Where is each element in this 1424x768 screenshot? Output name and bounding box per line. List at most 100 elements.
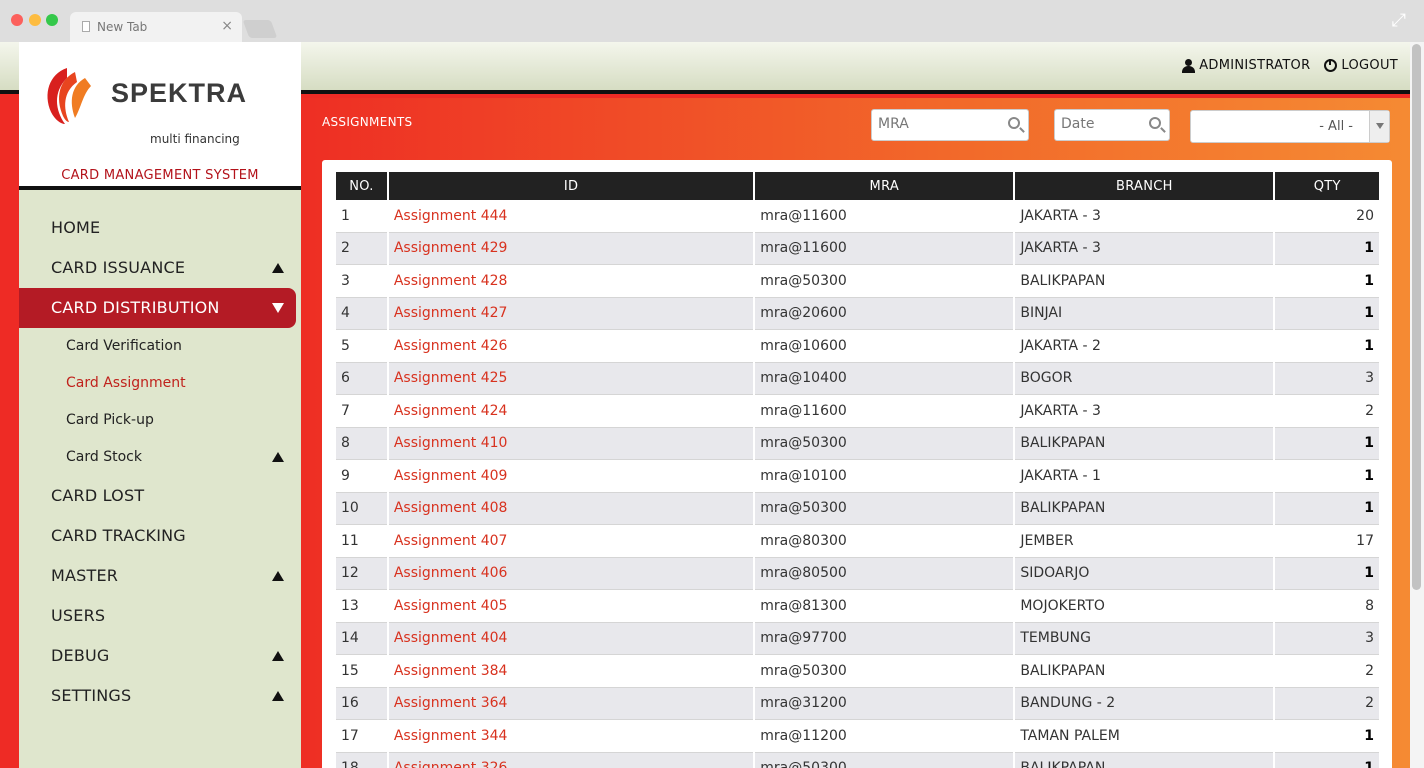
logo-area: SPEKTRA multi financing CARD MANAGEMENT … [19,42,301,190]
table-row[interactable]: 11 Assignment 407 mra@80300 JEMBER 17 [336,525,1379,558]
table-row[interactable]: 6 Assignment 425 mra@10400 BOGOR 3 [336,362,1379,395]
mra-cell: mra@50300 [755,655,1014,688]
app-window: ADMINISTRATOR LOGOUT SPEKTRA multi finan… [0,42,1410,768]
qty-cell: 1 [1275,265,1379,298]
qty-cell: 20 [1275,200,1379,233]
date-input[interactable] [1061,116,1141,132]
table-row[interactable]: 4 Assignment 427 mra@20600 BINJAI 1 [336,297,1379,330]
assignment-link[interactable]: Assignment 326 [388,752,754,768]
nav-card-distribution[interactable]: CARD DISTRIBUTION [19,288,296,328]
table-row[interactable]: 8 Assignment 410 mra@50300 BALIKPAPAN 1 [336,427,1379,460]
nav-card-assignment[interactable]: Card Assignment [19,365,301,402]
assignment-link[interactable]: Assignment 424 [388,395,754,428]
nav-card-verification[interactable]: Card Verification [19,328,301,365]
assignment-link[interactable]: Assignment 444 [388,200,754,233]
window-minimize-button[interactable] [29,14,41,26]
qty-cell: 2 [1275,655,1379,688]
assignment-link[interactable]: Assignment 425 [388,362,754,395]
new-tab-button[interactable] [242,20,278,38]
branch-cell: JAKARTA - 2 [1015,330,1274,363]
branch-cell: JAKARTA - 1 [1015,460,1274,493]
table-row[interactable]: 14 Assignment 404 mra@97700 TEMBUNG 3 [336,622,1379,655]
assignment-link[interactable]: Assignment 404 [388,622,754,655]
row-number: 16 [336,687,387,720]
nav-card-tracking[interactable]: CARD TRACKING [19,516,301,556]
brand-tagline: multi financing [150,132,240,146]
row-number: 14 [336,622,387,655]
row-number: 12 [336,557,387,590]
table-row[interactable]: 2 Assignment 429 mra@11600 JAKARTA - 31 [336,232,1379,265]
assignment-link[interactable]: Assignment 344 [388,720,754,753]
qty-cell: 17 [1275,525,1379,558]
table-row[interactable]: 7 Assignment 424 mra@11600 JAKARTA - 32 [336,395,1379,428]
row-number: 3 [336,265,387,298]
window-maximize-button[interactable] [46,14,58,26]
assignment-link[interactable]: Assignment 407 [388,525,754,558]
assignment-link[interactable]: Assignment 410 [388,427,754,460]
nav-card-issuance[interactable]: CARD ISSUANCE [19,248,301,288]
scrollbar-thumb[interactable] [1412,44,1421,590]
user-menu[interactable]: ADMINISTRATOR [1182,58,1310,73]
column-header-qty[interactable]: QTY [1275,172,1379,200]
tab-title: New Tab [97,20,148,34]
browser-tab[interactable]: New Tab × [70,12,242,42]
assignment-link[interactable]: Assignment 429 [388,232,754,265]
row-number: 11 [336,525,387,558]
mra-cell: mra@10400 [755,362,1014,395]
table-row[interactable]: 12 Assignment 406 mra@80500 SIDOARJO 1 [336,557,1379,590]
assignment-link[interactable]: Assignment 406 [388,557,754,590]
assignment-link[interactable]: Assignment 409 [388,460,754,493]
search-icon[interactable] [1008,117,1020,129]
assignment-link[interactable]: Assignment 364 [388,687,754,720]
table-row[interactable]: 15 Assignment 384 mra@50300 BALIKPAPAN 2 [336,655,1379,688]
qty-cell: 1 [1275,297,1379,330]
assignment-link[interactable]: Assignment 427 [388,297,754,330]
row-number: 18 [336,752,387,768]
window-close-button[interactable] [11,14,23,26]
table-row[interactable]: 1 Assignment 444 mra@11600 JAKARTA - 3 20 [336,200,1379,233]
fullscreen-icon[interactable]: ⤢ [1392,10,1406,31]
column-header-mra[interactable]: MRA [755,172,1014,200]
table-row[interactable]: 5 Assignment 426 mra@10600 JAKARTA - 21 [336,330,1379,363]
assignment-link[interactable]: Assignment 408 [388,492,754,525]
nav-debug[interactable]: DEBUG [19,636,301,676]
nav-card-assignment-label: Card Assignment [66,375,186,391]
branch-select[interactable]: - All - [1190,110,1390,143]
column-header-id[interactable]: ID [388,172,754,200]
mra-cell: mra@11600 [755,200,1014,233]
table-row[interactable]: 16 Assignment 364 mra@31200 BANDUNG - 22 [336,687,1379,720]
brand-name: SPEKTRA [111,78,248,108]
column-header-branch[interactable]: BRANCH [1015,172,1274,200]
table-row[interactable]: 18Assignment 326mra@50300BALIKPAPAN1 [336,752,1379,768]
table-row[interactable]: 10 Assignment 408 mra@50300 BALIKPAPAN 1 [336,492,1379,525]
assignment-link[interactable]: Assignment 426 [388,330,754,363]
table-row[interactable]: 13 Assignment 405 mra@81300 MOJOKERTO 8 [336,590,1379,623]
assignment-link[interactable]: Assignment 405 [388,590,754,623]
user-label: ADMINISTRATOR [1199,58,1311,73]
assignment-link[interactable]: Assignment 428 [388,265,754,298]
logout-button[interactable]: LOGOUT [1324,58,1398,73]
nav-settings[interactable]: SETTINGS [19,676,301,716]
row-number: 15 [336,655,387,688]
close-icon[interactable]: × [221,18,233,34]
column-header-no[interactable]: NO. [336,172,387,200]
page-scrollbar[interactable] [1410,42,1424,768]
power-icon [1324,59,1338,72]
branch-cell: JEMBER [1015,525,1274,558]
assignment-link[interactable]: Assignment 384 [388,655,754,688]
mra-cell: mra@11200 [755,720,1014,753]
mra-cell: mra@80300 [755,525,1014,558]
nav-card-pickup[interactable]: Card Pick-up [19,402,301,439]
nav-card-stock[interactable]: Card Stock [19,439,301,476]
table-row[interactable]: 17 Assignment 344 mra@11200 TAMAN PALEM 1 [336,720,1379,753]
nav-home[interactable]: HOME [19,208,301,248]
table-row[interactable]: 3 Assignment 428 mra@50300 BALIKPAPAN 1 [336,265,1379,298]
chevron-down-icon[interactable] [1369,111,1389,142]
nav-users[interactable]: USERS [19,596,301,636]
mra-search-input[interactable] [878,116,998,132]
nav-card-lost[interactable]: CARD LOST [19,476,301,516]
nav-master[interactable]: MASTER [19,556,301,596]
search-icon[interactable] [1149,117,1161,129]
branch-cell: JAKARTA - 3 [1015,395,1274,428]
table-row[interactable]: 9 Assignment 409 mra@10100 JAKARTA - 11 [336,460,1379,493]
